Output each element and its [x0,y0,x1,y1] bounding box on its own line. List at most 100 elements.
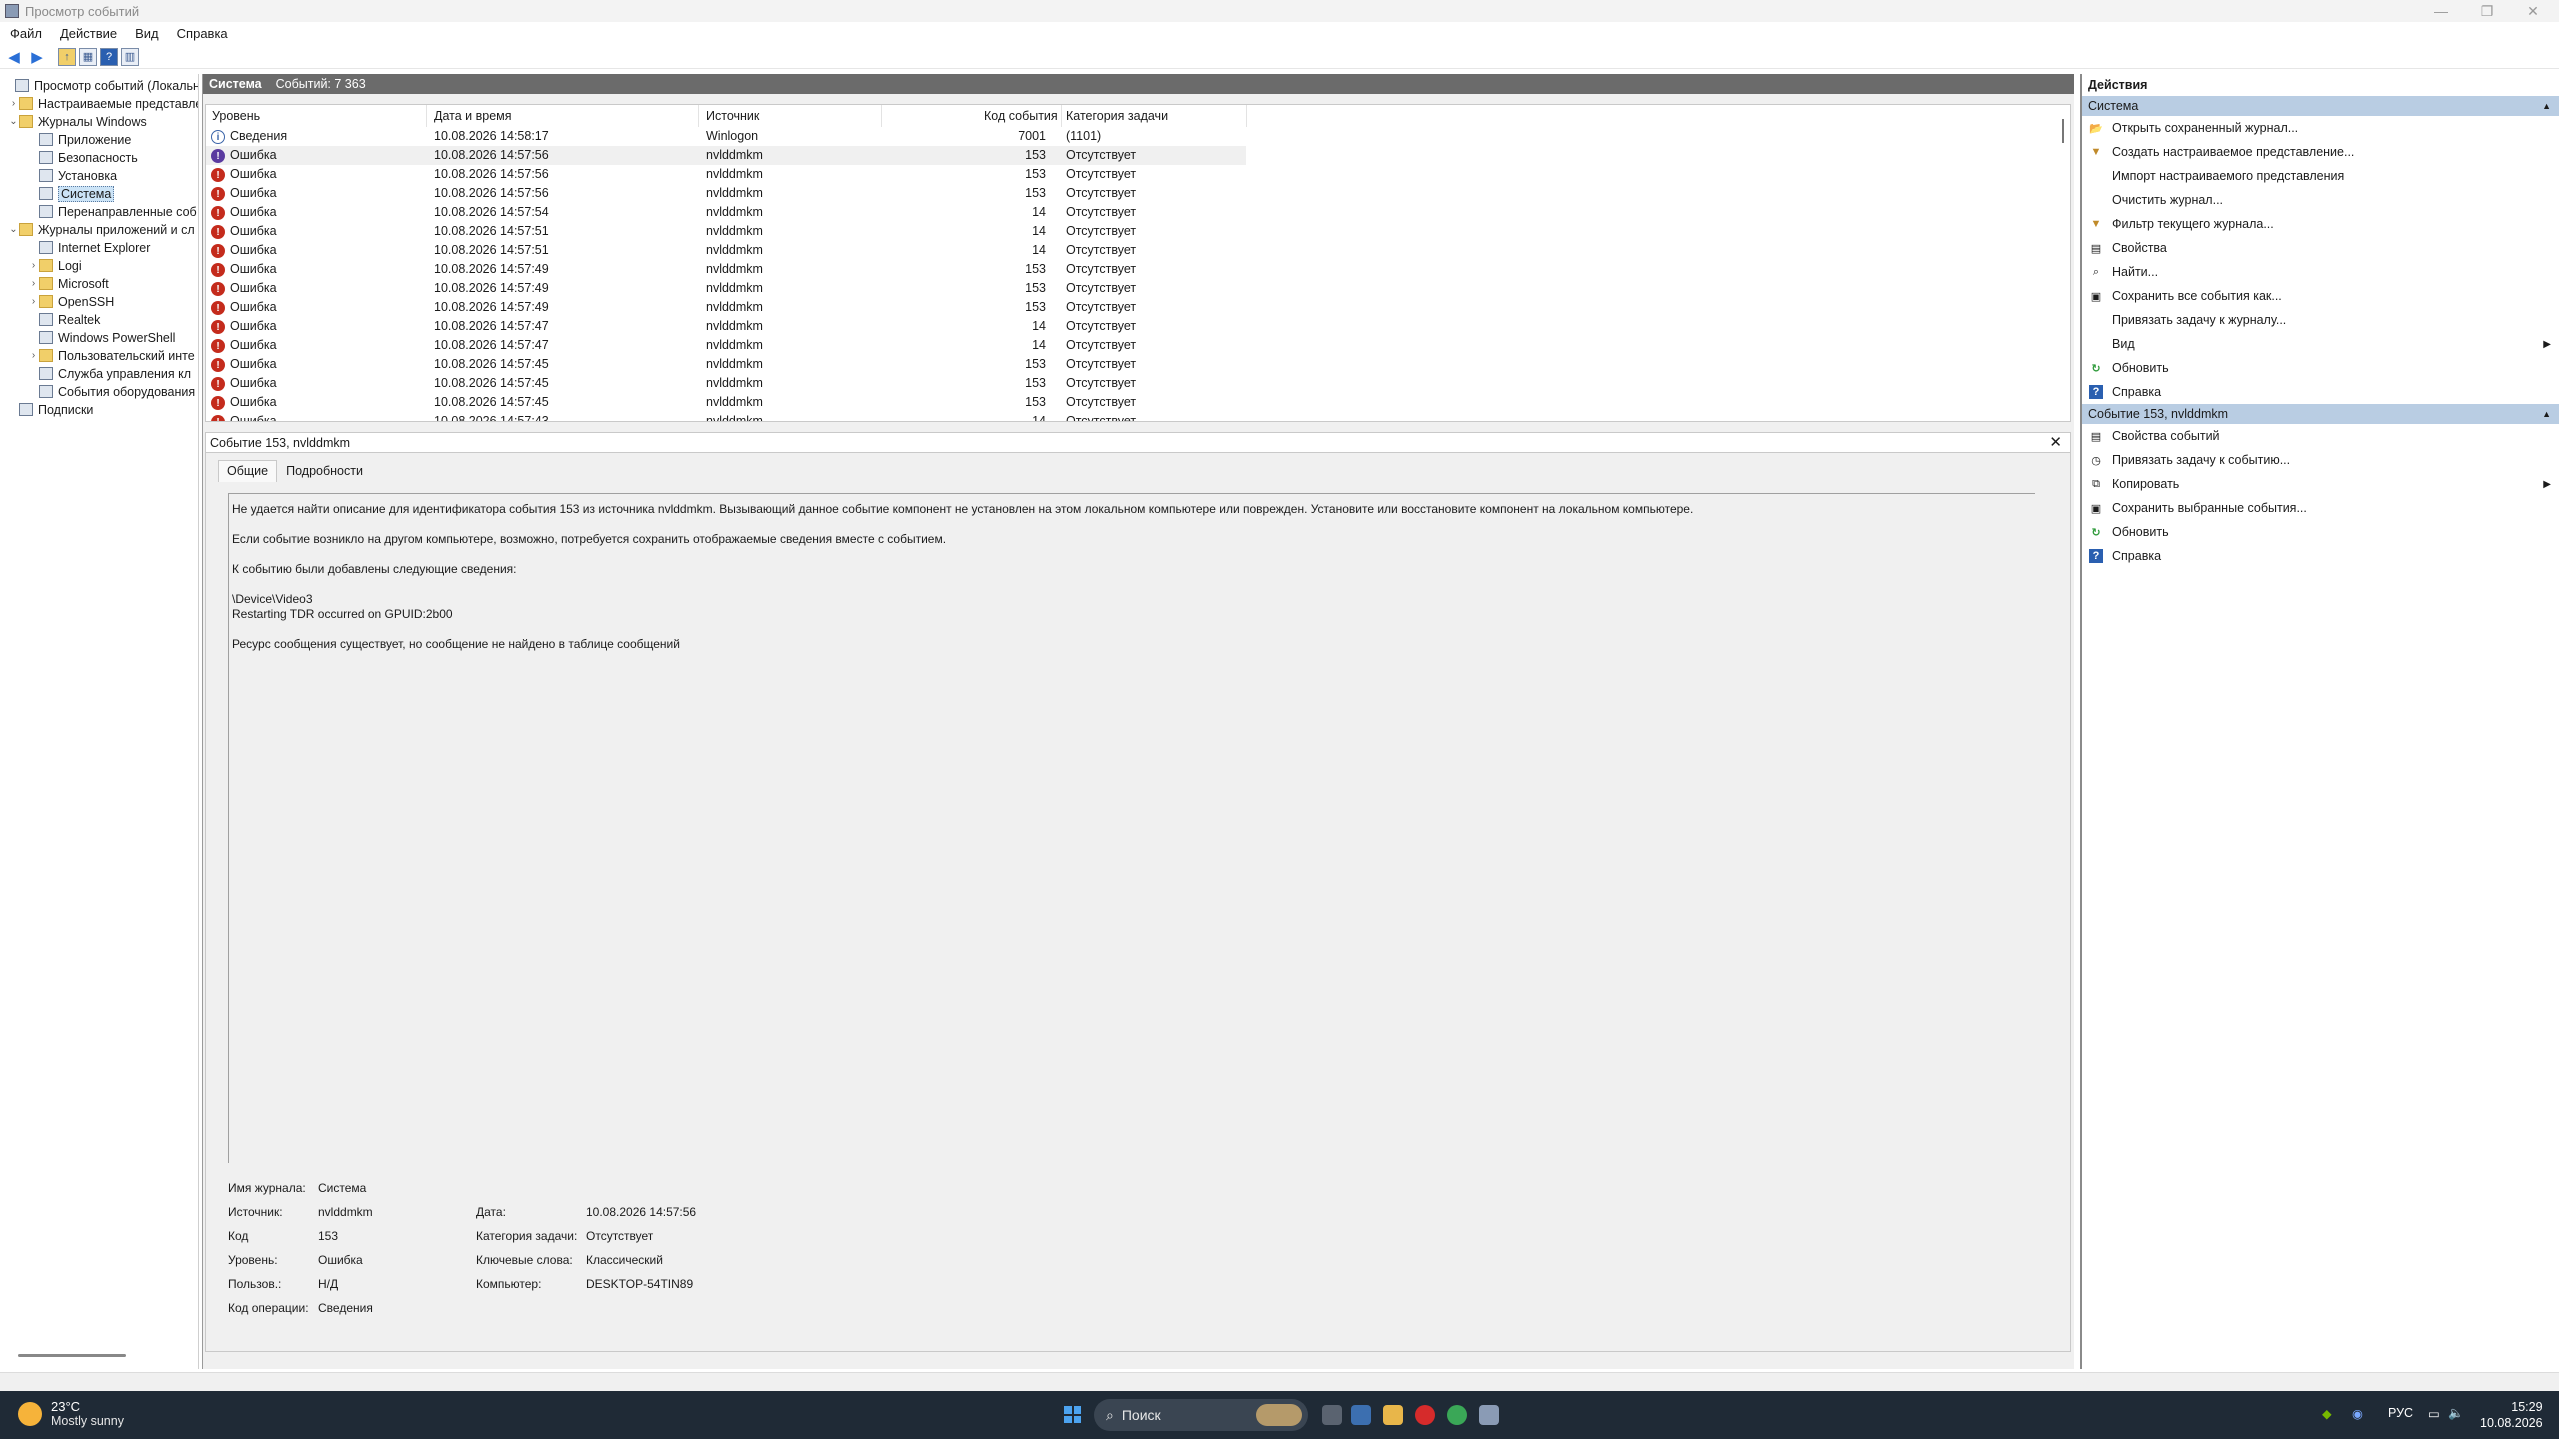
actions-section-event[interactable]: Событие 153, nvlddmkm ▲ [2082,404,2559,424]
back-arrow-icon[interactable]: ◀ [4,47,24,67]
action-item[interactable]: ▼ Создать настраиваемое представление... [2082,140,2559,164]
column-task-category[interactable]: Категория задачи [1066,109,1168,123]
up-folder-icon[interactable]: ↑ [58,47,76,66]
task-view-icon[interactable] [1322,1405,1342,1425]
table-row[interactable]: ! Ошибка 10.08.2026 14:57:43 nvlddmkm 14 Отсу… [206,412,1246,421]
table-row[interactable]: ! Ошибка 10.08.2026 14:57:49 nvlddmkm 153 Отс… [206,260,1246,279]
events-scrollbar[interactable] [2062,119,2064,143]
expand-chevron-icon[interactable]: ⌄ [8,116,19,127]
expand-chevron-icon[interactable]: › [28,296,39,307]
expand-chevron-icon[interactable]: › [28,350,39,361]
volume-icon[interactable]: 🔈 [2448,1406,2464,1421]
event-viewer-taskbar-icon[interactable] [1479,1405,1499,1425]
actions-section-log[interactable]: Система ▲ [2082,96,2559,116]
tab-general[interactable]: Общие [218,460,278,482]
forward-arrow-icon[interactable]: ▶ [27,47,47,67]
action-item[interactable]: Привязать задачу к журналу... [2082,308,2559,332]
collapse-icon[interactable]: ▲ [2542,101,2551,111]
table-row[interactable]: i Сведения 10.08.2026 14:58:17 Winlogon 7001… [206,127,1246,146]
yandex-browser-icon[interactable] [1415,1405,1435,1425]
menu-help[interactable]: Справка [177,26,228,41]
table-row[interactable]: ! Ошибка 10.08.2026 14:57:56 nvlddmkm 153 Отс… [206,146,1246,165]
table-row[interactable]: ! Ошибка 10.08.2026 14:57:51 nvlddmkm 14 Отсу… [206,241,1246,260]
action-item[interactable]: ↻ Обновить [2082,520,2559,544]
tree-item[interactable]: ⌄ Журналы приложений и сл [8,221,194,238]
tree-item[interactable]: › Logi [28,257,82,274]
help-icon[interactable]: ? [100,47,118,66]
table-row[interactable]: ! Ошибка 10.08.2026 14:57:45 nvlddmkm 153 Отс… [206,393,1246,412]
menu-file[interactable]: Файл [10,26,42,41]
table-row[interactable]: ! Ошибка 10.08.2026 14:57:47 nvlddmkm 14 Отсу… [206,317,1246,336]
action-item[interactable]: Очистить журнал... [2082,188,2559,212]
action-item[interactable]: Вид ▶ [2082,332,2559,356]
taskbar-search[interactable]: ⌕ Поиск [1094,1399,1308,1431]
chrome-icon[interactable] [1447,1405,1467,1425]
weather-widget[interactable]: 23°C Mostly sunny [18,1399,124,1428]
tree-item[interactable]: Просмотр событий (Локальны [4,77,198,94]
table-row[interactable]: ! Ошибка 10.08.2026 14:57:45 nvlddmkm 153 Отс… [206,374,1246,393]
column-source[interactable]: Источник [706,109,759,123]
input-language[interactable]: РУС [2388,1406,2413,1420]
action-item[interactable]: ↻ Обновить [2082,356,2559,380]
table-row[interactable]: ! Ошибка 10.08.2026 14:57:56 nvlddmkm 153 Отс… [206,165,1246,184]
widgets-icon[interactable] [1351,1405,1371,1425]
table-row[interactable]: ! Ошибка 10.08.2026 14:57:45 nvlddmkm 153 Отс… [206,355,1246,374]
tab-details[interactable]: Подробности [277,460,372,482]
maximize-button[interactable]: ❐ [2464,0,2510,22]
tree-item[interactable]: ⌄ Журналы Windows [8,113,146,130]
table-row[interactable]: ! Ошибка 10.08.2026 14:57:54 nvlddmkm 14 Отсу… [206,203,1246,222]
action-item[interactable]: 📂 Открыть сохраненный журнал... [2082,116,2559,140]
tree-horizontal-scrollbar[interactable] [18,1354,126,1357]
column-event-code[interactable]: Код события [984,109,1058,123]
tree-item[interactable]: › OpenSSH [28,293,114,310]
tree-item[interactable]: Перенаправленные соб [28,203,197,220]
close-button[interactable]: ✕ [2510,0,2556,22]
tree-item[interactable]: Приложение [28,131,131,148]
collapse-icon[interactable]: ▲ [2542,409,2551,419]
show-hide-actions-icon[interactable]: ▥ [121,47,139,66]
action-item[interactable]: ⌕ Найти... [2082,260,2559,284]
tree-item[interactable]: Установка [28,167,117,184]
clock[interactable]: 15:29 10.08.2026 [2480,1399,2543,1431]
tree-item[interactable]: Подписки [8,401,93,418]
minimize-button[interactable]: — [2418,0,2464,22]
tree-item[interactable]: › Microsoft [28,275,109,292]
table-row[interactable]: ! Ошибка 10.08.2026 14:57:47 nvlddmkm 14 Отсу… [206,336,1246,355]
expand-chevron-icon[interactable]: › [28,278,39,289]
tree-item[interactable]: Internet Explorer [28,239,150,256]
file-explorer-icon[interactable] [1383,1405,1403,1425]
menu-action[interactable]: Действие [60,26,117,41]
expand-chevron-icon[interactable]: ⌄ [8,224,19,235]
tree-item[interactable]: Realtek [28,311,100,328]
tray-app-icon[interactable]: ◉ [2352,1406,2363,1421]
table-row[interactable]: ! Ошибка 10.08.2026 14:57:49 nvlddmkm 153 Отс… [206,279,1246,298]
column-level[interactable]: Уровень [212,109,260,123]
action-item[interactable]: ⧉ Копировать ▶ [2082,472,2559,496]
action-item[interactable]: ◷ Привязать задачу к событию... [2082,448,2559,472]
tree-item[interactable]: Служба управления кл [28,365,191,382]
action-item[interactable]: Импорт настраиваемого представления [2082,164,2559,188]
tree-item[interactable]: Windows PowerShell [28,329,175,346]
tree-item[interactable]: Система [28,185,115,202]
table-row[interactable]: ! Ошибка 10.08.2026 14:57:49 nvlddmkm 153 Отс… [206,298,1246,317]
expand-chevron-icon[interactable]: › [8,98,19,109]
action-item[interactable]: ▼ Фильтр текущего журнала... [2082,212,2559,236]
tree-item[interactable]: Безопасность [28,149,138,166]
menu-view[interactable]: Вид [135,26,159,41]
action-item[interactable]: ▤ Свойства [2082,236,2559,260]
network-icon[interactable]: ▭ [2428,1406,2440,1421]
start-windows-icon[interactable] [1064,1406,1081,1423]
table-row[interactable]: ! Ошибка 10.08.2026 14:57:56 nvlddmkm 153 Отс… [206,184,1246,203]
tree-item[interactable]: › Пользовательский инте [28,347,195,364]
nvidia-tray-icon[interactable]: ◆ [2322,1406,2332,1421]
tree-item[interactable]: › Настраиваемые представле [8,95,198,112]
close-icon[interactable]: ✕ [2049,433,2062,451]
action-item[interactable]: ? Справка [2082,380,2559,404]
action-item[interactable]: ▣ Сохранить все события как... [2082,284,2559,308]
table-row[interactable]: ! Ошибка 10.08.2026 14:57:51 nvlddmkm 14 Отсу… [206,222,1246,241]
expand-chevron-icon[interactable]: › [28,260,39,271]
action-item[interactable]: ? Справка [2082,544,2559,568]
show-hide-tree-icon[interactable]: ▦ [79,47,97,66]
tree-item[interactable]: События оборудования [28,383,195,400]
action-item[interactable]: ▣ Сохранить выбранные события... [2082,496,2559,520]
